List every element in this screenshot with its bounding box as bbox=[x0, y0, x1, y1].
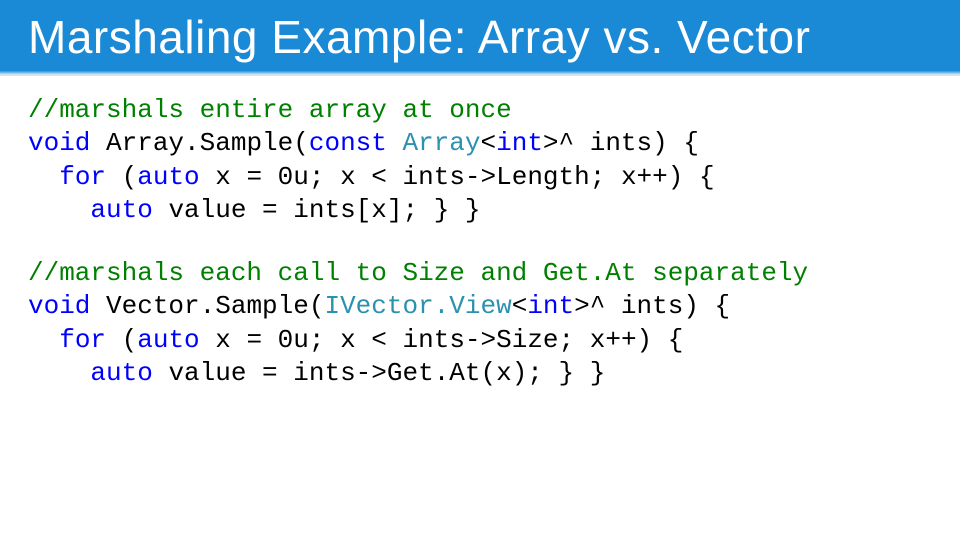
code-keyword: auto bbox=[90, 358, 152, 388]
code-keyword: auto bbox=[137, 325, 199, 355]
code-text: Array.Sample( bbox=[90, 128, 308, 158]
code-text: < bbox=[512, 291, 528, 321]
code-keyword: int bbox=[496, 128, 543, 158]
code-indent bbox=[28, 358, 90, 388]
slide-content: //marshals entire array at once void Arr… bbox=[0, 76, 960, 540]
code-text: x = 0u; x < ints->Size; x++) { bbox=[200, 325, 684, 355]
code-keyword: for bbox=[59, 162, 106, 192]
code-text: Vector.Sample( bbox=[90, 291, 324, 321]
code-text: >^ ints) { bbox=[574, 291, 730, 321]
code-text: < bbox=[481, 128, 497, 158]
code-indent bbox=[28, 325, 59, 355]
code-type: Array bbox=[402, 128, 480, 158]
code-keyword: auto bbox=[90, 195, 152, 225]
code-text bbox=[387, 128, 403, 158]
code-indent bbox=[28, 195, 90, 225]
code-indent bbox=[28, 162, 59, 192]
code-text: value = ints->Get.At(x); } } bbox=[153, 358, 605, 388]
code-keyword: void bbox=[28, 128, 90, 158]
code-comment: //marshals each call to Size and Get.At … bbox=[28, 258, 808, 288]
slide-root: Marshaling Example: Array vs. Vector //m… bbox=[0, 0, 960, 540]
code-keyword: const bbox=[309, 128, 387, 158]
code-keyword: void bbox=[28, 291, 90, 321]
code-block-array: //marshals entire array at once void Arr… bbox=[28, 94, 932, 227]
code-keyword: for bbox=[59, 325, 106, 355]
title-bar: Marshaling Example: Array vs. Vector bbox=[0, 0, 960, 76]
slide-title: Marshaling Example: Array vs. Vector bbox=[28, 10, 932, 64]
code-keyword: int bbox=[527, 291, 574, 321]
code-text: ( bbox=[106, 325, 137, 355]
code-comment: //marshals entire array at once bbox=[28, 95, 512, 125]
code-type: IVector.View bbox=[324, 291, 511, 321]
code-keyword: auto bbox=[137, 162, 199, 192]
code-text: x = 0u; x < ints->Length; x++) { bbox=[200, 162, 715, 192]
code-text: >^ ints) { bbox=[543, 128, 699, 158]
code-text: ( bbox=[106, 162, 137, 192]
code-block-vector: //marshals each call to Size and Get.At … bbox=[28, 257, 932, 390]
code-text: value = ints[x]; } } bbox=[153, 195, 481, 225]
